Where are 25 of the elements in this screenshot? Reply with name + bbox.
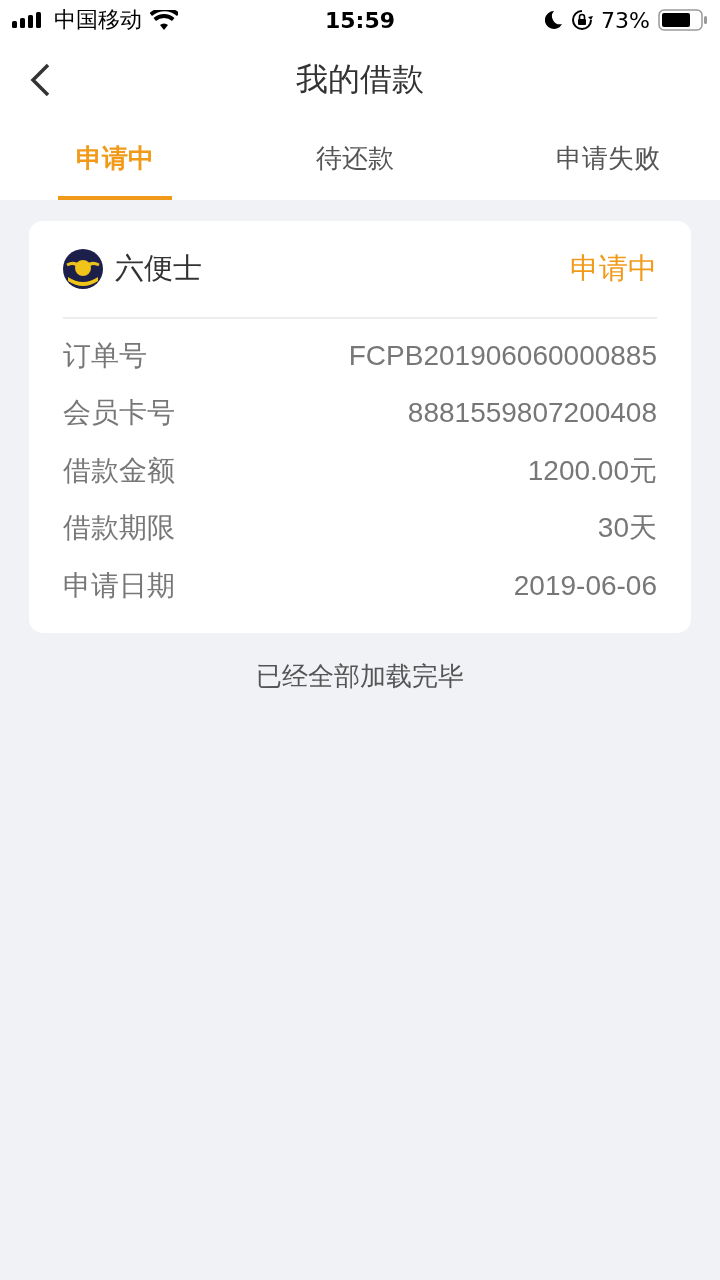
field-label: 借款金额 [63,452,175,489]
lender-name: 六便士 [115,250,203,287]
carrier-name: 中国移动 [54,6,142,34]
battery-icon [658,9,708,31]
field-label: 订单号 [63,337,147,374]
battery-percent: 73% [601,7,650,33]
tab[interactable]: 申请失败 [538,120,678,200]
field-label: 借款期限 [63,510,175,547]
field-value: FCPB201906060000885 [348,339,657,372]
moon-icon [545,10,564,30]
field-value: 8881559807200408 [407,397,657,430]
field-value: 1200.00元 [527,453,657,488]
rotation-lock-icon [571,9,594,31]
clock-time: 15:59 [325,7,395,33]
field-value: 30天 [597,511,657,546]
field-value: 2019-06-06 [513,569,657,602]
field-label: 会员卡号 [63,395,175,432]
field-label: 申请日期 [63,567,175,604]
wifi-icon [150,10,178,30]
loan-card[interactable]: 六便士 申请中 订单号 FCPB201906060000885 会员卡号 8881559807200408 借款金额 1200.00元 借款期限 30天 申请日期 2019-06-06 [29,221,691,633]
loan-status: 申请中 [570,250,657,287]
load-complete-text: 已经全部加载完毕 [256,659,464,693]
page-title: 我的借款 [296,59,424,100]
lender-logo-icon [63,249,103,289]
tab[interactable]: 待还款 [298,120,412,200]
